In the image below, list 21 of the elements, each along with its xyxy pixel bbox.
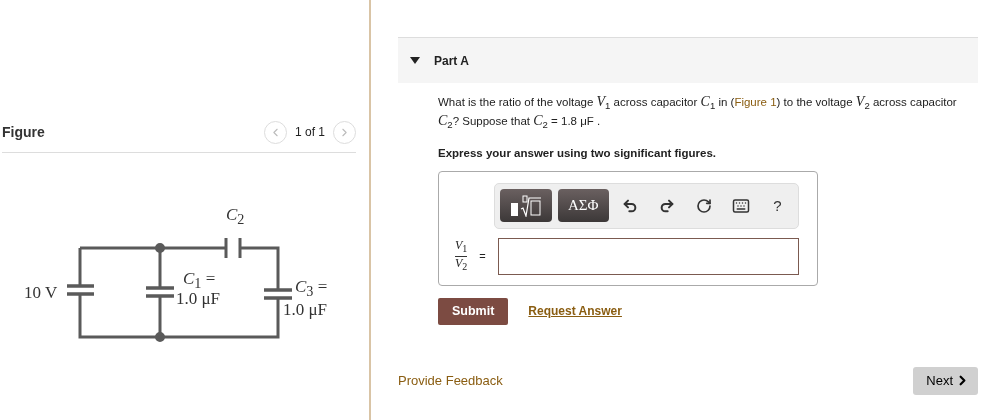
ratio-label: V$_{1}$ V$_{2}$ xyxy=(455,239,468,273)
capacitance-label: 1.0 μF xyxy=(176,290,221,307)
figure-link[interactable]: Figure 1 xyxy=(734,96,777,108)
capacitor-label: C$_{2}$ xyxy=(226,206,245,227)
capacitor-label: C$_{1}$ = xyxy=(183,270,216,291)
page-counter: 1 of 1 xyxy=(294,125,325,139)
next-button[interactable]: Next xyxy=(913,366,978,395)
instruction-text: Express your answer using two significant figures. xyxy=(438,146,717,159)
request-answer-link[interactable]: Request Answer xyxy=(528,304,622,319)
voltage-label: 10 V xyxy=(24,284,58,301)
symbols-button[interactable]: ΑΣΦ xyxy=(558,189,609,223)
capacitor-label: C$_{3}$ = xyxy=(295,278,328,299)
question-text: What is the ratio of the voltage V$_{1}$ across capacitor C$_{1}$ in (Figure 1) to the voltage V$_{2}$ across capacitor C$_{2}$? Suppose that C$_{2}$ = 1.8 μF . xyxy=(438,94,958,133)
feedback-link[interactable]: Provide Feedback xyxy=(398,373,503,389)
capacitance-label: 1.0 μF xyxy=(283,301,328,318)
help-button[interactable]: ? xyxy=(762,189,793,223)
part-header[interactable]: Part A xyxy=(398,37,978,83)
part-title: Part A xyxy=(434,53,469,68)
submit-button[interactable]: Submit xyxy=(438,297,509,325)
figure-title: Figure xyxy=(2,124,45,140)
equals-sign: = xyxy=(479,250,486,263)
